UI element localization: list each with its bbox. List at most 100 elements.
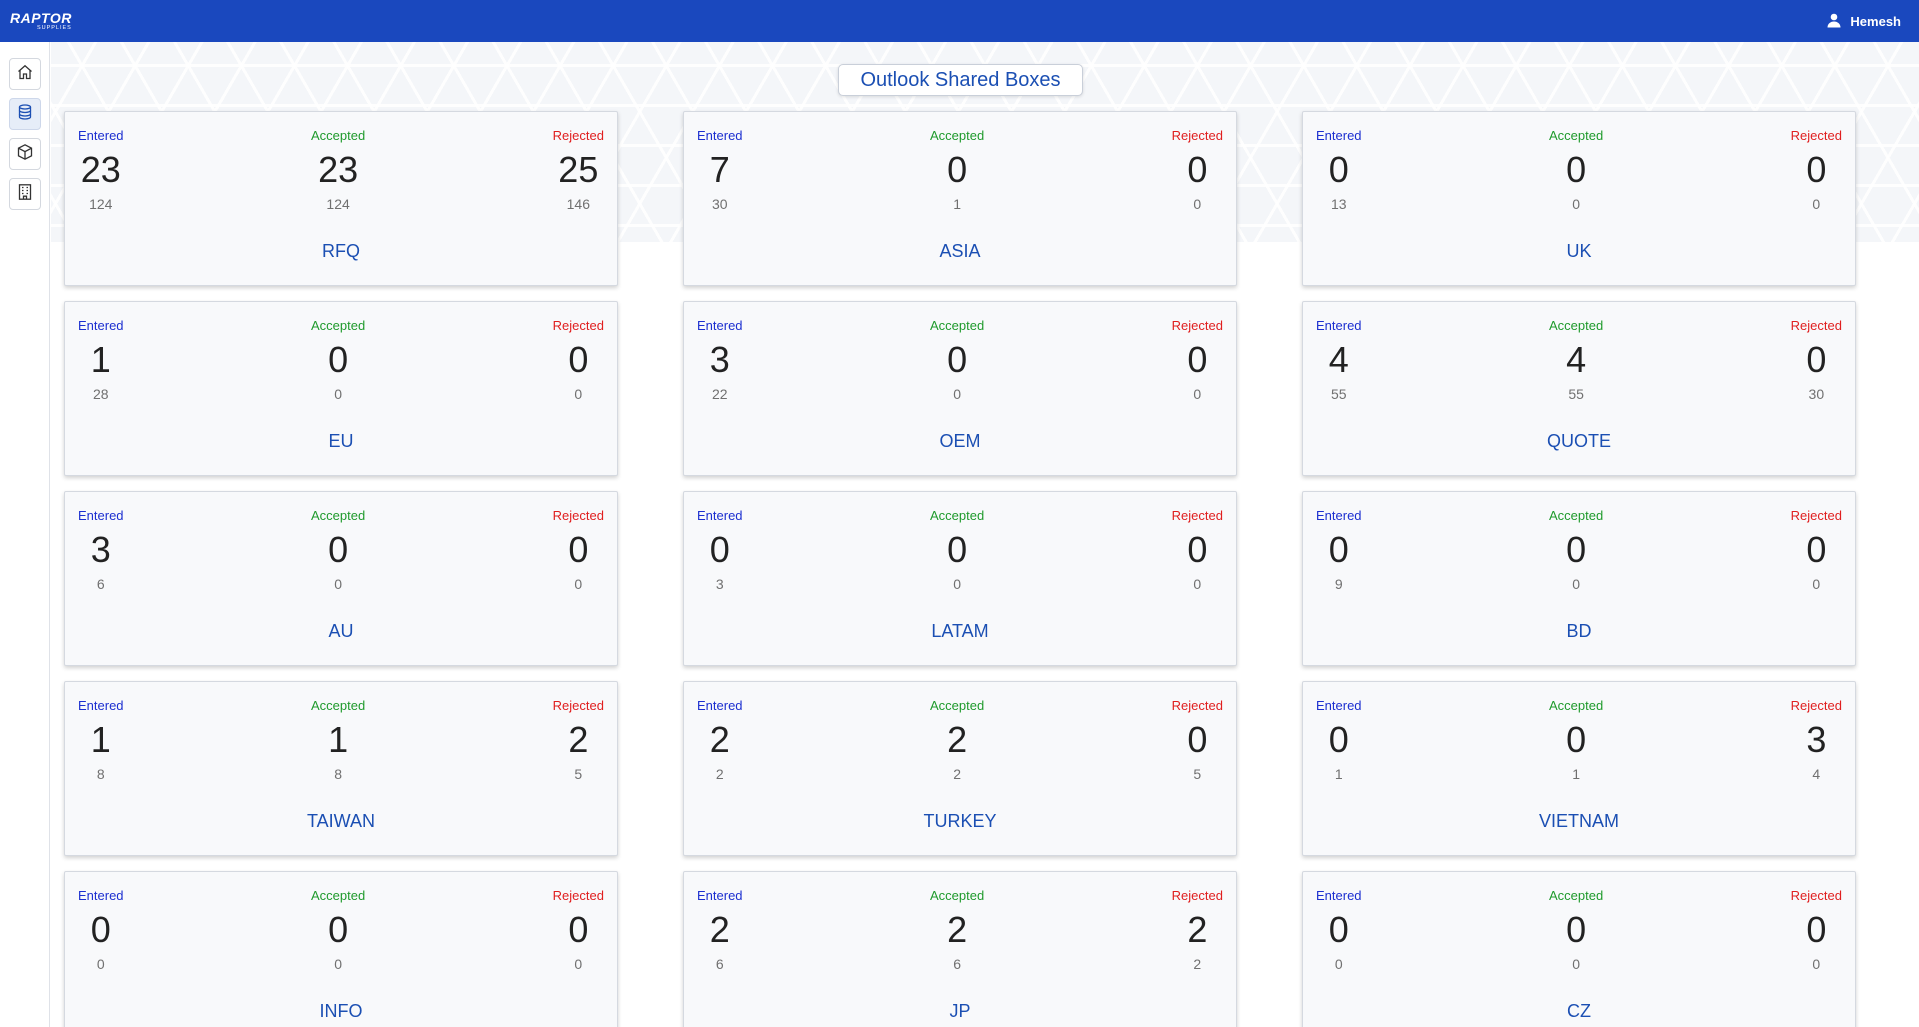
accepted-count: 2 <box>947 909 968 950</box>
entered-total: 6 <box>715 956 724 972</box>
shared-box-name[interactable]: EU <box>65 431 617 452</box>
shared-box-card-latam[interactable]: Entered 0 3 Accepted 0 0 Rejected 0 0 LATAM <box>683 491 1237 666</box>
shared-box-card-quote[interactable]: Entered 4 55 Accepted 4 55 Rejected 0 30 QUOTE <box>1302 301 1856 476</box>
accepted-count: 0 <box>1566 149 1587 190</box>
accepted-total: 124 <box>326 196 350 212</box>
accepted-total: 0 <box>334 386 342 402</box>
entered-stat: Entered 1 28 <box>78 318 124 402</box>
accepted-label: Accepted <box>930 698 985 713</box>
rejected-stat: Rejected 2 5 <box>553 698 604 782</box>
shared-box-card-uk[interactable]: Entered 0 13 Accepted 0 0 Rejected 0 0 UK <box>1302 111 1856 286</box>
card-stats: Entered 0 1 Accepted 0 1 Rejected 3 4 <box>1303 682 1855 782</box>
entered-stat-inner: Entered 3 22 <box>697 318 743 402</box>
accepted-total: 0 <box>1572 196 1580 212</box>
entered-stat: Entered 7 30 <box>697 128 743 212</box>
entered-label: Entered <box>1316 698 1362 713</box>
accepted-stat: Accepted 0 0 <box>301 888 375 972</box>
entered-stat: Entered 0 9 <box>1316 508 1362 592</box>
card-stats: Entered 4 55 Accepted 4 55 Rejected 0 30 <box>1303 302 1855 402</box>
shared-box-name[interactable]: BD <box>1303 621 1855 642</box>
rejected-total: 0 <box>574 576 583 592</box>
building-icon <box>16 183 34 206</box>
entered-count: 0 <box>1328 909 1349 950</box>
shared-box-name[interactable]: ASIA <box>684 241 1236 262</box>
accepted-stat-inner: Accepted 0 1 <box>1549 698 1603 782</box>
entered-stat: Entered 4 55 <box>1316 318 1362 402</box>
accepted-label: Accepted <box>311 128 366 143</box>
card-stats: Entered 0 9 Accepted 0 0 Rejected 0 0 <box>1303 492 1855 592</box>
shared-box-card-asia[interactable]: Entered 7 30 Accepted 0 1 Rejected 0 0 ASIA <box>683 111 1237 286</box>
accepted-stat: Accepted 0 1 <box>1539 698 1613 782</box>
shared-box-card-eu[interactable]: Entered 1 28 Accepted 0 0 Rejected 0 0 EU <box>64 301 618 476</box>
shared-box-name[interactable]: LATAM <box>684 621 1236 642</box>
rejected-label: Rejected <box>1790 698 1842 713</box>
entered-total: 0 <box>96 956 105 972</box>
entered-total: 22 <box>711 386 728 402</box>
accepted-label: Accepted <box>311 888 366 903</box>
shared-box-name[interactable]: JP <box>684 1001 1236 1022</box>
raptor-logo[interactable]: RAPTOR SUPPLIES <box>10 11 72 32</box>
sidebar-item-building[interactable] <box>8 178 41 210</box>
shared-box-name[interactable]: TURKEY <box>684 811 1236 832</box>
shared-box-card-cz[interactable]: Entered 0 0 Accepted 0 0 Rejected 0 0 CZ <box>1302 871 1856 1027</box>
shared-box-name[interactable]: RFQ <box>65 241 617 262</box>
rejected-total: 146 <box>566 196 590 212</box>
user-menu[interactable]: Hemesh <box>1826 12 1901 31</box>
shared-box-card-taiwan[interactable]: Entered 1 8 Accepted 1 8 Rejected 2 5 TAIWAN <box>64 681 618 856</box>
sidebar-item-box[interactable] <box>8 138 41 170</box>
accepted-stat: Accepted 0 0 <box>920 508 994 592</box>
entered-label: Entered <box>78 318 124 333</box>
rejected-total: 0 <box>1193 196 1202 212</box>
entered-stat-inner: Entered 2 6 <box>697 888 743 972</box>
entered-count: 2 <box>709 719 730 760</box>
shared-box-name[interactable]: UK <box>1303 241 1855 262</box>
accepted-stat: Accepted 0 0 <box>920 318 994 402</box>
accepted-total: 8 <box>334 766 342 782</box>
entered-total: 28 <box>92 386 109 402</box>
rejected-label: Rejected <box>552 888 604 903</box>
shared-box-name[interactable]: AU <box>65 621 617 642</box>
shared-box-card-au[interactable]: Entered 3 6 Accepted 0 0 Rejected 0 0 AU <box>64 491 618 666</box>
shared-box-card-info[interactable]: Entered 0 0 Accepted 0 0 Rejected 0 0 INFO <box>64 871 618 1027</box>
accepted-stat-inner: Accepted 1 8 <box>311 698 365 782</box>
entered-stat: Entered 2 6 <box>697 888 743 972</box>
card-stats: Entered 23 124 Accepted 23 124 Rejected 25 146 <box>65 112 617 212</box>
entered-count: 4 <box>1328 339 1349 380</box>
shared-box-card-rfq[interactable]: Entered 23 124 Accepted 23 124 Rejected 25 146 RF… <box>64 111 618 286</box>
accepted-stat-inner: Accepted 4 55 <box>1549 318 1603 402</box>
entered-stat: Entered 0 0 <box>78 888 124 972</box>
rejected-stat: Rejected 0 30 <box>1791 318 1842 402</box>
shared-box-name[interactable]: VIETNAM <box>1303 811 1855 832</box>
card-stats: Entered 7 30 Accepted 0 1 Rejected 0 0 <box>684 112 1236 212</box>
rejected-count: 0 <box>1806 149 1827 190</box>
shared-box-name[interactable]: CZ <box>1303 1001 1855 1022</box>
entered-label: Entered <box>78 508 124 523</box>
accepted-stat-inner: Accepted 0 0 <box>311 888 365 972</box>
shared-box-card-jp[interactable]: Entered 2 6 Accepted 2 6 Rejected 2 2 JP <box>683 871 1237 1027</box>
shared-box-name[interactable]: TAIWAN <box>65 811 617 832</box>
rejected-total: 30 <box>1808 386 1825 402</box>
shared-box-card-vietnam[interactable]: Entered 0 1 Accepted 0 1 Rejected 3 4 VIETNAM <box>1302 681 1856 856</box>
entered-stat-inner: Entered 4 55 <box>1316 318 1362 402</box>
shared-box-name[interactable]: OEM <box>684 431 1236 452</box>
accepted-count: 4 <box>1566 339 1587 380</box>
entered-stat-inner: Entered 23 124 <box>78 128 124 212</box>
sidebar-item-home[interactable] <box>8 58 41 90</box>
entered-total: 0 <box>1334 956 1343 972</box>
accepted-count: 0 <box>947 149 968 190</box>
card-stats: Entered 3 22 Accepted 0 0 Rejected 0 0 <box>684 302 1236 402</box>
rejected-count: 0 <box>1806 339 1827 380</box>
accepted-stat: Accepted 0 0 <box>301 508 375 592</box>
rejected-total: 0 <box>1193 386 1202 402</box>
accepted-stat-inner: Accepted 0 0 <box>1549 128 1603 212</box>
shared-box-name[interactable]: QUOTE <box>1303 431 1855 452</box>
rejected-count: 0 <box>568 529 589 570</box>
sidebar-item-database[interactable] <box>8 98 41 130</box>
entered-total: 1 <box>1334 766 1343 782</box>
rejected-label: Rejected <box>552 318 604 333</box>
shared-box-card-bd[interactable]: Entered 0 9 Accepted 0 0 Rejected 0 0 BD <box>1302 491 1856 666</box>
shared-box-name[interactable]: INFO <box>65 1001 617 1022</box>
entered-label: Entered <box>697 318 743 333</box>
shared-box-card-turkey[interactable]: Entered 2 2 Accepted 2 2 Rejected 0 5 TURKEY <box>683 681 1237 856</box>
shared-box-card-oem[interactable]: Entered 3 22 Accepted 0 0 Rejected 0 0 OEM <box>683 301 1237 476</box>
